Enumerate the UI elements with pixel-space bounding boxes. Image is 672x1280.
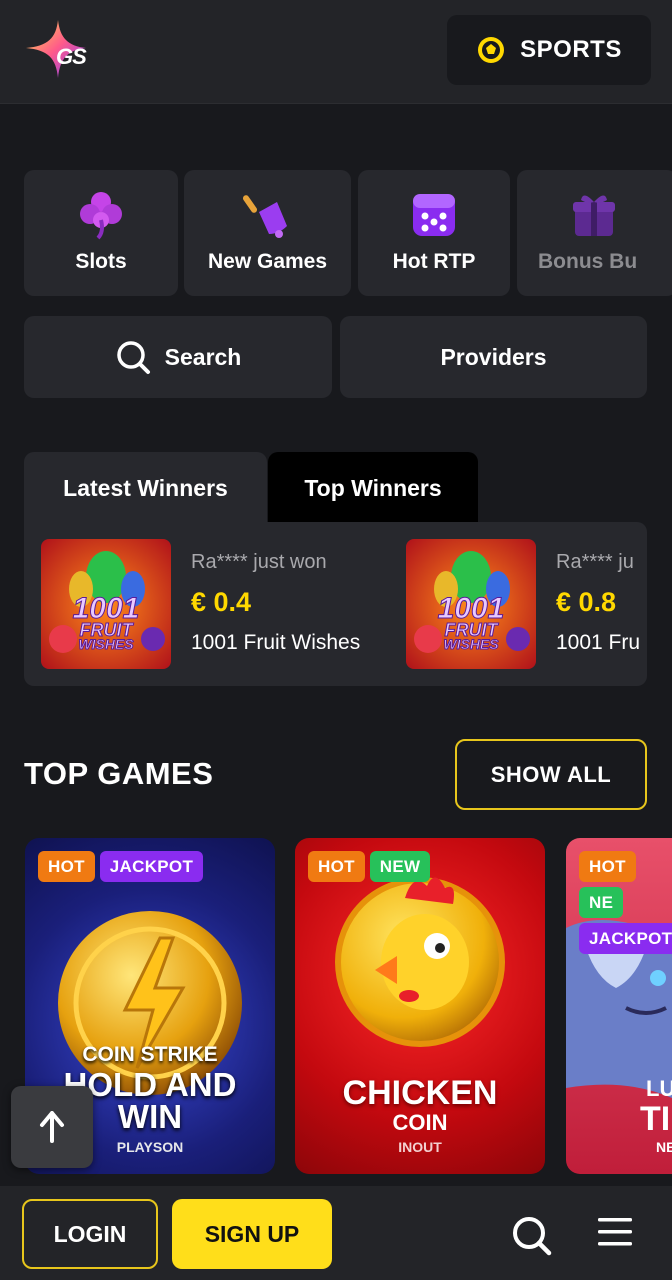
section-title-top-games: TOP GAMES <box>24 756 214 791</box>
jackpot-badge: JACKPOT <box>579 923 672 954</box>
tab-top-winners[interactable]: Top Winners <box>268 452 478 524</box>
new-badge: NE <box>579 887 624 918</box>
winner-amount: € 0.4 <box>191 587 252 617</box>
game-title-line: LU <box>646 1076 672 1101</box>
tab-label: Top Winners <box>304 474 442 501</box>
new-badge: NEW <box>369 851 431 882</box>
logo-text: GS <box>56 44 87 69</box>
hamburger-menu-icon[interactable] <box>596 1215 634 1249</box>
providers-label: Providers <box>440 343 547 370</box>
badge-group: HOT JACKPOT <box>38 851 268 882</box>
tab-latest-winners[interactable]: Latest Winners <box>24 452 267 524</box>
winner-item[interactable]: 1001 FRUIT WISHES Ra**** ju € 0.8 1001 F… <box>406 539 647 669</box>
category-label: Hot RTP <box>392 250 476 273</box>
category-hot-rtp[interactable]: Hot RTP <box>358 170 510 296</box>
game-title-line: COIN STRIKE <box>82 1043 218 1066</box>
category-new-games[interactable]: New Games <box>184 170 351 296</box>
winner-game: 1001 Fruit Wishes <box>191 631 361 654</box>
gift-icon <box>573 195 615 236</box>
signup-button[interactable]: SIGN UP <box>172 1199 332 1269</box>
category-bonus-buy[interactable]: Bonus Bu <box>517 170 672 296</box>
bell-icon <box>242 195 287 238</box>
soccer-ball-icon <box>478 37 505 63</box>
winner-item[interactable]: 1001 FRUIT WISHES Ra**** just won € 0.4 … <box>41 539 401 669</box>
search-icon[interactable] <box>510 1214 552 1256</box>
category-label: Slots <box>75 250 127 273</box>
game-card[interactable]: HOT NE JACKPOT LU TI NE <box>566 838 672 1174</box>
thumb-text: 1001 <box>72 592 140 625</box>
winner-game: 1001 Fru <box>556 631 641 654</box>
show-all-button[interactable]: SHOW ALL <box>455 739 647 810</box>
category-row: Slots New Games Hot RTP Bonus Bu <box>24 170 672 298</box>
login-button[interactable]: LOGIN <box>22 1199 158 1269</box>
dice-icon <box>413 194 455 236</box>
sports-button[interactable]: SPORTS <box>447 15 651 85</box>
search-icon <box>116 341 150 374</box>
hot-badge: HOT <box>308 851 365 882</box>
winner-user: Ra**** ju <box>556 551 634 573</box>
search-button[interactable]: Search <box>24 316 332 398</box>
providers-button[interactable]: Providers <box>340 316 647 398</box>
game-thumbnail: 1001 FRUIT WISHES <box>41 539 171 669</box>
thumb-text: WISHES <box>78 636 134 653</box>
game-title-line: TI <box>640 1100 671 1138</box>
game-title-line: COIN <box>392 1110 448 1135</box>
game-provider: INOUT <box>398 1139 442 1155</box>
bottom-bar: LOGIN SIGN UP <box>0 1186 672 1280</box>
top-header: GS SPORTS <box>0 0 672 104</box>
hot-badge: HOT <box>579 851 636 882</box>
game-provider: NE <box>656 1139 672 1155</box>
game-title-line: CHICKEN <box>342 1074 498 1112</box>
jackpot-badge: JACKPOT <box>99 851 204 882</box>
game-card[interactable]: HOT NEW CHICKEN COIN INOUT <box>295 838 545 1174</box>
winner-amount: € 0.8 <box>556 587 617 617</box>
category-label: New Games <box>207 250 328 273</box>
badge-group: HOT NE JACKPOT <box>579 851 672 954</box>
scroll-to-top-button[interactable] <box>11 1086 93 1168</box>
winners-panel: 1001 FRUIT WISHES Ra**** just won € 0.4 … <box>24 522 647 686</box>
sports-label: SPORTS <box>520 36 622 63</box>
tab-label: Latest Winners <box>63 474 228 501</box>
game-thumbnail: 1001 FRUIT WISHES <box>406 539 536 669</box>
badge-group: HOT NEW <box>308 851 538 882</box>
arrow-up-icon <box>40 1111 64 1143</box>
thumb-text: 1001 <box>437 592 505 625</box>
thumb-text: WISHES <box>443 636 499 653</box>
hot-badge: HOT <box>38 851 95 882</box>
winner-user: Ra**** just won <box>191 551 327 573</box>
category-slots[interactable]: Slots <box>24 170 178 296</box>
category-label: Bonus Bu <box>538 250 638 273</box>
clover-icon <box>80 192 122 240</box>
search-label: Search <box>164 343 242 370</box>
